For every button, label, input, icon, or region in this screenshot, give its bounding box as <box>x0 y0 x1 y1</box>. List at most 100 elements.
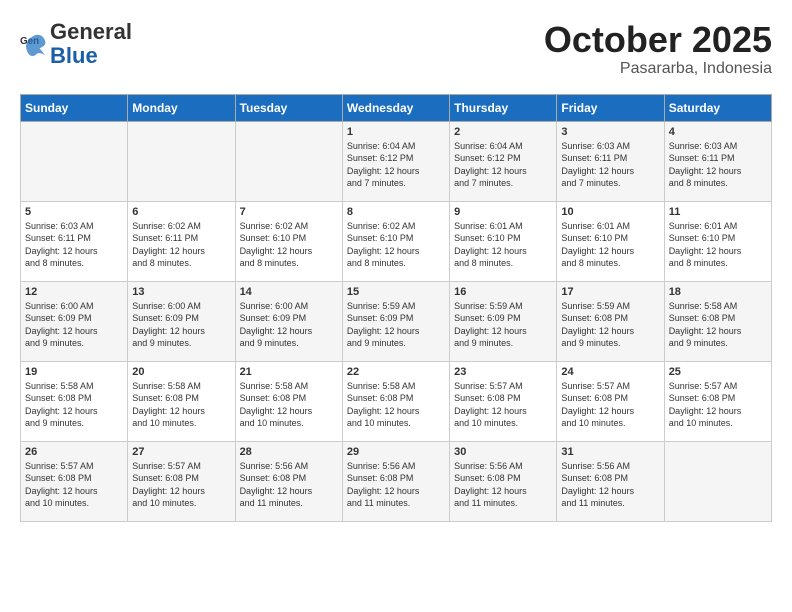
table-row <box>235 121 342 201</box>
day-info: Sunrise: 6:03 AM Sunset: 6:11 PM Dayligh… <box>669 140 767 190</box>
table-row: 26 Sunrise: 5:57 AM Sunset: 6:08 PM Dayli… <box>21 441 128 521</box>
table-row: 11 Sunrise: 6:01 AM Sunset: 6:10 PM Dayli… <box>664 201 771 281</box>
table-row: 10Sunrise: 6:01 AM Sunset: 6:10 PM Dayli… <box>557 201 664 281</box>
day-number: 2 <box>454 126 552 138</box>
weekday-header-saturday: Saturday <box>664 94 771 121</box>
day-info: Sunrise: 5:56 AM Sunset: 6:08 PM Dayligh… <box>561 460 659 510</box>
day-info: Sunrise: 6:00 AM Sunset: 6:09 PM Dayligh… <box>25 300 123 350</box>
table-row: 7 Sunrise: 6:02 AM Sunset: 6:10 PM Daylig… <box>235 201 342 281</box>
day-number: 18 <box>669 286 767 298</box>
table-row: 18Sunrise: 5:58 AM Sunset: 6:08 PM Dayli… <box>664 281 771 361</box>
table-row: 4 Sunrise: 6:03 AM Sunset: 6:11 PM Daylig… <box>664 121 771 201</box>
day-number: 1 <box>347 126 445 138</box>
weekday-header-sunday: Sunday <box>21 94 128 121</box>
day-number: 4 <box>669 126 767 138</box>
day-info: Sunrise: 5:58 AM Sunset: 6:08 PM Dayligh… <box>132 380 230 430</box>
table-row: 28Sunrise: 5:56 AM Sunset: 6:08 PM Dayli… <box>235 441 342 521</box>
day-number: 27 <box>132 446 230 458</box>
weekday-header-row: SundayMondayTuesdayWednesdayThursdayFrid… <box>21 94 772 121</box>
day-number: 6 <box>132 206 230 218</box>
table-row: 6 Sunrise: 6:02 AM Sunset: 6:11 PM Daylig… <box>128 201 235 281</box>
table-row: 22 Sunrise: 5:58 AM Sunset: 6:08 PM Dayli… <box>342 361 449 441</box>
day-info: Sunrise: 5:57 AM Sunset: 6:08 PM Dayligh… <box>561 380 659 430</box>
day-number: 11 <box>669 206 767 218</box>
table-row <box>21 121 128 201</box>
day-info: Sunrise: 5:57 AM Sunset: 6:08 PM Dayligh… <box>669 380 767 430</box>
table-row: 31 Sunrise: 5:56 AM Sunset: 6:08 PM Dayli… <box>557 441 664 521</box>
day-info: Sunrise: 6:04 AM Sunset: 6:12 PM Dayligh… <box>454 140 552 190</box>
logo-icon: Gen <box>20 30 48 58</box>
calendar-week-1: 1 Sunrise: 6:04 AM Sunset: 6:12 PM Daylig… <box>21 121 772 201</box>
day-number: 22 <box>347 366 445 378</box>
table-row: 27 Sunrise: 5:57 AM Sunset: 6:08 PM Dayli… <box>128 441 235 521</box>
day-number: 25 <box>669 366 767 378</box>
day-number: 23 <box>454 366 552 378</box>
calendar-week-2: 5 Sunrise: 6:03 AM Sunset: 6:11 PM Daylig… <box>21 201 772 281</box>
day-info: Sunrise: 6:02 AM Sunset: 6:10 PM Dayligh… <box>347 220 445 270</box>
day-info: Sunrise: 5:58 AM Sunset: 6:08 PM Dayligh… <box>347 380 445 430</box>
day-info: Sunrise: 6:02 AM Sunset: 6:11 PM Dayligh… <box>132 220 230 270</box>
day-info: Sunrise: 6:03 AM Sunset: 6:11 PM Dayligh… <box>25 220 123 270</box>
weekday-header-friday: Friday <box>557 94 664 121</box>
day-info: Sunrise: 5:56 AM Sunset: 6:08 PM Dayligh… <box>454 460 552 510</box>
weekday-header-wednesday: Wednesday <box>342 94 449 121</box>
table-row: 24 Sunrise: 5:57 AM Sunset: 6:08 PM Dayli… <box>557 361 664 441</box>
day-number: 10 <box>561 206 659 218</box>
day-info: Sunrise: 5:57 AM Sunset: 6:08 PM Dayligh… <box>25 460 123 510</box>
table-row: 20 Sunrise: 5:58 AM Sunset: 6:08 PM Dayli… <box>128 361 235 441</box>
table-row: 5 Sunrise: 6:03 AM Sunset: 6:11 PM Daylig… <box>21 201 128 281</box>
table-row: 1Sunrise: 6:04 AM Sunset: 6:12 PM Daylig… <box>342 121 449 201</box>
table-row: 23 Sunrise: 5:57 AM Sunset: 6:08 PM Dayli… <box>450 361 557 441</box>
day-number: 7 <box>240 206 338 218</box>
day-info: Sunrise: 5:59 AM Sunset: 6:09 PM Dayligh… <box>347 300 445 350</box>
day-number: 9 <box>454 206 552 218</box>
day-number: 5 <box>25 206 123 218</box>
calendar-table: SundayMondayTuesdayWednesdayThursdayFrid… <box>20 94 772 522</box>
day-number: 19 <box>25 366 123 378</box>
table-row <box>664 441 771 521</box>
table-row: 17Sunrise: 5:59 AM Sunset: 6:08 PM Dayli… <box>557 281 664 361</box>
day-info: Sunrise: 5:57 AM Sunset: 6:08 PM Dayligh… <box>454 380 552 430</box>
table-row <box>128 121 235 201</box>
weekday-header-monday: Monday <box>128 94 235 121</box>
calendar-week-4: 19 Sunrise: 5:58 AM Sunset: 6:08 PM Dayli… <box>21 361 772 441</box>
day-number: 24 <box>561 366 659 378</box>
calendar-week-5: 26 Sunrise: 5:57 AM Sunset: 6:08 PM Dayli… <box>21 441 772 521</box>
day-number: 17 <box>561 286 659 298</box>
day-info: Sunrise: 5:56 AM Sunset: 6:08 PM Dayligh… <box>240 460 338 510</box>
day-number: 29 <box>347 446 445 458</box>
table-row: 21Sunrise: 5:58 AM Sunset: 6:08 PM Dayli… <box>235 361 342 441</box>
day-info: Sunrise: 6:03 AM Sunset: 6:11 PM Dayligh… <box>561 140 659 190</box>
day-info: Sunrise: 6:00 AM Sunset: 6:09 PM Dayligh… <box>132 300 230 350</box>
table-row: 8Sunrise: 6:02 AM Sunset: 6:10 PM Daylig… <box>342 201 449 281</box>
day-info: Sunrise: 5:58 AM Sunset: 6:08 PM Dayligh… <box>25 380 123 430</box>
day-number: 14 <box>240 286 338 298</box>
day-number: 26 <box>25 446 123 458</box>
day-info: Sunrise: 6:01 AM Sunset: 6:10 PM Dayligh… <box>454 220 552 270</box>
day-info: Sunrise: 5:58 AM Sunset: 6:08 PM Dayligh… <box>240 380 338 430</box>
day-info: Sunrise: 5:59 AM Sunset: 6:09 PM Dayligh… <box>454 300 552 350</box>
day-info: Sunrise: 5:57 AM Sunset: 6:08 PM Dayligh… <box>132 460 230 510</box>
day-info: Sunrise: 5:56 AM Sunset: 6:08 PM Dayligh… <box>347 460 445 510</box>
day-info: Sunrise: 6:01 AM Sunset: 6:10 PM Dayligh… <box>669 220 767 270</box>
page-header: Gen General Blue October 2025 Pasararba,… <box>20 20 772 78</box>
day-number: 30 <box>454 446 552 458</box>
table-row: 30 Sunrise: 5:56 AM Sunset: 6:08 PM Dayli… <box>450 441 557 521</box>
day-info: Sunrise: 6:02 AM Sunset: 6:10 PM Dayligh… <box>240 220 338 270</box>
logo: Gen General Blue <box>20 20 132 68</box>
table-row: 14Sunrise: 6:00 AM Sunset: 6:09 PM Dayli… <box>235 281 342 361</box>
table-row: 29 Sunrise: 5:56 AM Sunset: 6:08 PM Dayli… <box>342 441 449 521</box>
calendar-week-3: 12Sunrise: 6:00 AM Sunset: 6:09 PM Dayli… <box>21 281 772 361</box>
day-number: 16 <box>454 286 552 298</box>
location-title: Pasararba, Indonesia <box>544 60 772 78</box>
month-title-block: October 2025 Pasararba, Indonesia <box>544 20 772 78</box>
table-row: 13Sunrise: 6:00 AM Sunset: 6:09 PM Dayli… <box>128 281 235 361</box>
table-row: 12Sunrise: 6:00 AM Sunset: 6:09 PM Dayli… <box>21 281 128 361</box>
table-row: 25 Sunrise: 5:57 AM Sunset: 6:08 PM Dayli… <box>664 361 771 441</box>
table-row: 16 Sunrise: 5:59 AM Sunset: 6:09 PM Dayli… <box>450 281 557 361</box>
day-number: 3 <box>561 126 659 138</box>
table-row: 2 Sunrise: 6:04 AM Sunset: 6:12 PM Daylig… <box>450 121 557 201</box>
logo-text: General Blue <box>50 20 132 68</box>
day-number: 20 <box>132 366 230 378</box>
day-number: 31 <box>561 446 659 458</box>
